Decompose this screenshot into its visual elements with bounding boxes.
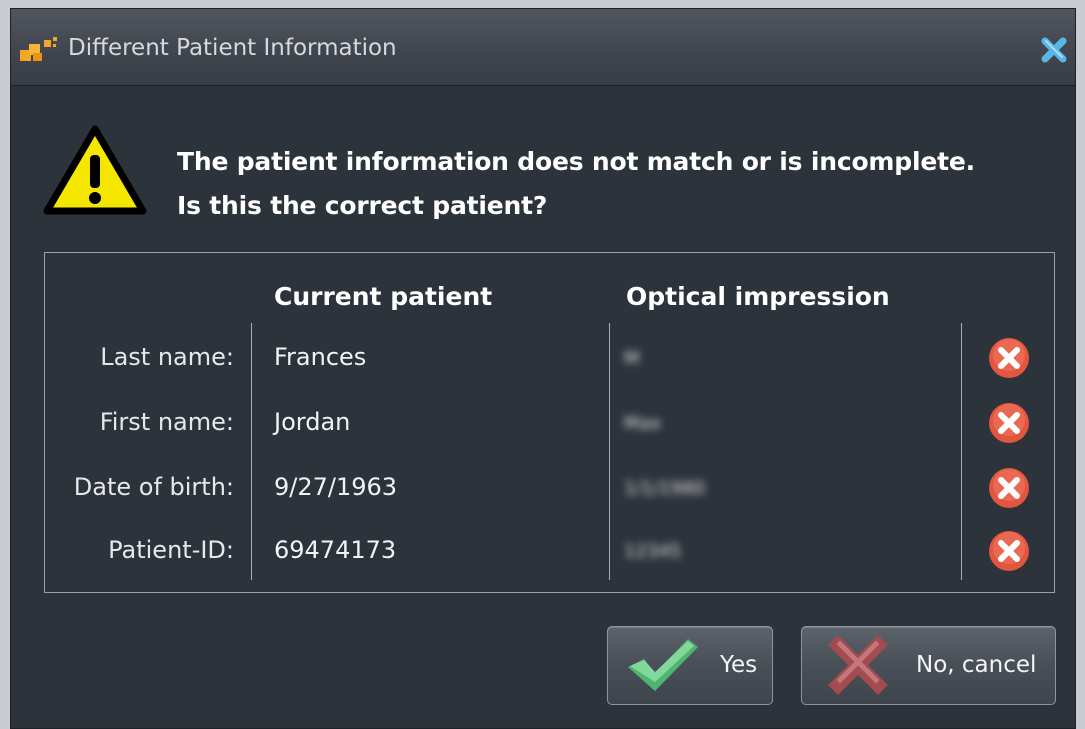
label-first-name: First name: [99, 408, 234, 436]
mismatch-icon [989, 531, 1029, 571]
divider-middle [609, 323, 610, 580]
optical-date-of-birth: 1/1/1980 [624, 478, 705, 499]
label-patient-id: Patient-ID: [108, 536, 234, 564]
yes-button-label: Yes [720, 652, 758, 678]
header-current-patient: Current patient [274, 282, 493, 311]
cross-icon [828, 635, 888, 695]
yes-button[interactable]: Yes [607, 626, 773, 705]
patient-comparison-table: Current patient Optical impression Last … [44, 252, 1055, 593]
header-optical-impression: Optical impression [626, 282, 890, 311]
dialog-window: Different Patient Information The patien… [10, 8, 1076, 729]
label-date-of-birth: Date of birth: [73, 473, 234, 501]
current-first-name: Jordan [274, 408, 351, 436]
mismatch-icon [989, 403, 1029, 443]
close-icon[interactable] [1037, 33, 1071, 67]
cancel-button[interactable]: No, cancel [801, 626, 1056, 705]
message-line-1: The patient information does not match o… [177, 147, 975, 176]
current-patient-id: 69474173 [274, 536, 397, 564]
cancel-button-label: No, cancel [916, 652, 1037, 678]
warning-icon [43, 125, 147, 215]
divider-left [251, 323, 252, 580]
mismatch-icon [989, 338, 1029, 378]
current-date-of-birth: 9/27/1963 [274, 473, 398, 501]
checkmark-icon [628, 639, 698, 691]
window-title: Different Patient Information [68, 35, 397, 61]
app-logo-icon [20, 37, 57, 61]
mismatch-icon [989, 468, 1029, 508]
title-bar[interactable]: Different Patient Information [11, 9, 1075, 86]
optical-patient-id: 12345 [624, 541, 682, 562]
current-last-name: Frances [274, 343, 367, 371]
label-last-name: Last name: [100, 343, 234, 371]
message-line-2: Is this the correct patient? [177, 191, 548, 220]
divider-right [961, 323, 962, 580]
warning-message: The patient information does not match o… [177, 140, 975, 228]
optical-last-name: M [624, 348, 640, 369]
optical-first-name: Max [624, 413, 662, 434]
